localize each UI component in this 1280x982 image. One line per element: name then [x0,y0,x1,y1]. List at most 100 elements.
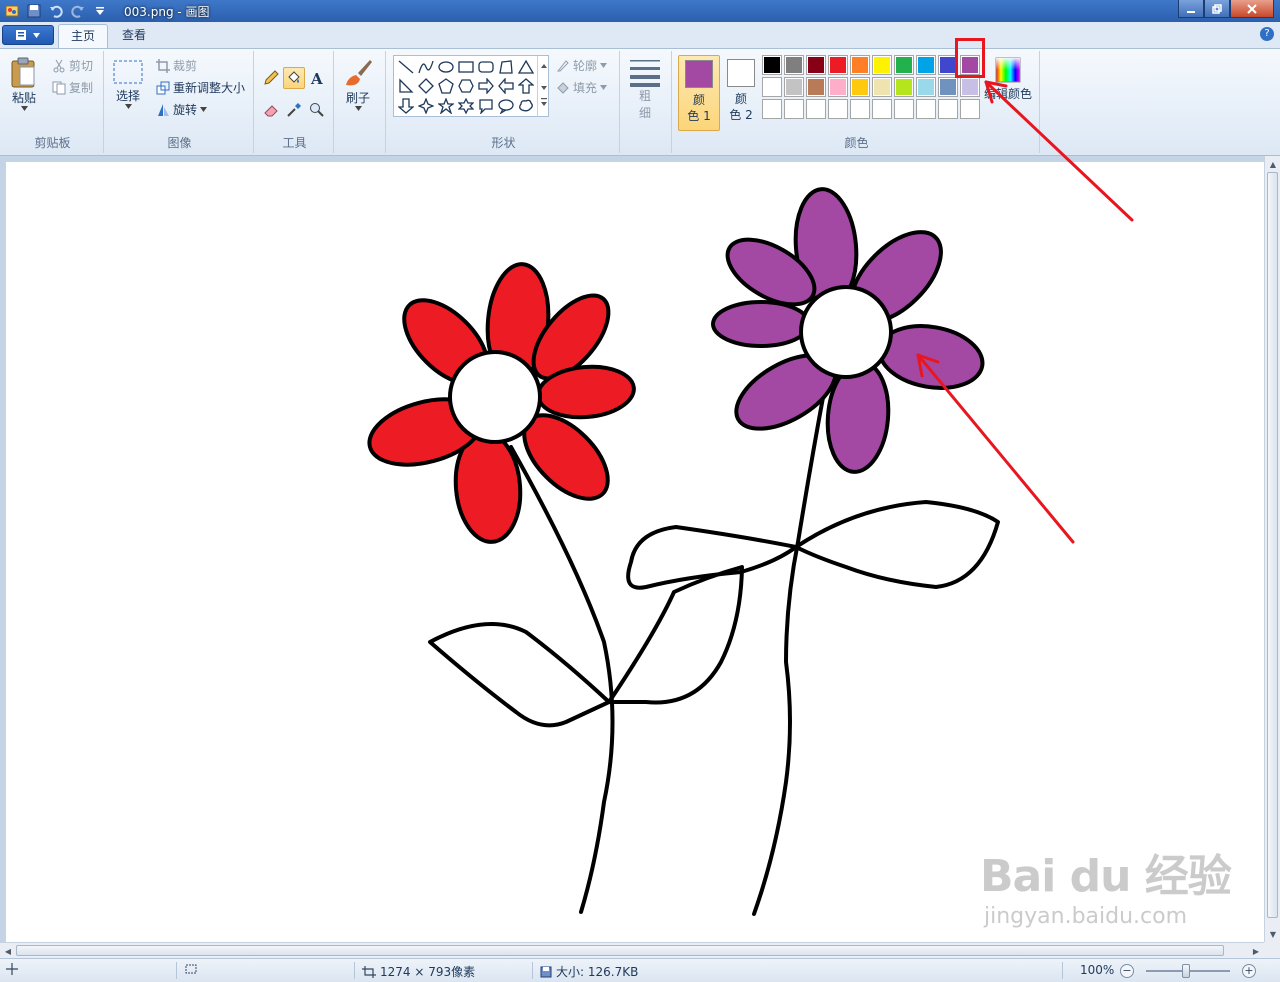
horizontal-scroll-thumb[interactable] [16,945,1224,956]
zoom-in-button[interactable]: + [1242,964,1256,978]
fill-tool[interactable] [283,67,305,89]
help-icon[interactable]: ? [1260,27,1274,41]
scroll-left-icon[interactable]: ◀ [1,944,15,958]
redo-icon[interactable] [70,3,86,19]
palette-swatch[interactable] [828,77,848,97]
custom-color-slot[interactable] [784,99,804,119]
crop-button[interactable]: 裁剪 [156,57,197,74]
size-label-line1: 粗 [638,89,651,103]
up-arrow-shape-icon[interactable] [516,76,536,96]
eraser-tool[interactable] [260,99,282,121]
swatch-fill [808,57,824,73]
palette-swatch[interactable] [872,55,892,75]
zoom-out-button[interactable]: − [1120,964,1134,978]
rectangle-shape-icon[interactable] [456,57,476,77]
cloud-callout-shape-icon[interactable] [516,96,536,116]
left-arrow-shape-icon[interactable] [496,76,516,96]
palette-swatch[interactable] [894,77,914,97]
fill-button[interactable]: 填充 [556,79,608,96]
palette-swatch[interactable] [784,55,804,75]
scroll-up-icon[interactable]: ▲ [1266,157,1280,171]
rounded-rectangle-shape-icon[interactable] [476,57,496,77]
custom-color-slot[interactable] [938,99,958,119]
customize-qat-icon[interactable] [92,3,108,19]
line-shape-icon[interactable] [396,57,416,77]
pencil-tool[interactable] [260,67,282,89]
palette-swatch[interactable] [916,77,936,97]
zoom-level: 100% [1080,963,1115,977]
size-button[interactable]: 粗 细 [628,57,662,121]
right-stem [752,390,826,916]
brushes-button[interactable]: 刷子 [342,57,374,111]
color-picker-tool[interactable] [283,99,305,121]
select-button[interactable]: 选择 [112,59,144,109]
hexagon-shape-icon[interactable] [456,76,476,96]
curve-shape-icon[interactable] [416,57,436,77]
scroll-right-icon[interactable]: ▶ [1249,944,1263,958]
palette-swatch[interactable] [894,55,914,75]
triangle-shape-icon[interactable] [516,57,536,77]
copy-button[interactable]: 复制 [52,79,93,96]
custom-color-slot[interactable] [762,99,782,119]
text-tool[interactable]: A [306,67,328,89]
restore-button[interactable] [1204,0,1230,18]
drawing-canvas[interactable] [6,162,1264,942]
pentagon-shape-icon[interactable] [436,76,456,96]
rotate-button[interactable]: 旋转 [156,101,208,118]
custom-color-slot[interactable] [916,99,936,119]
horizontal-scrollbar[interactable]: ◀ ▶ [0,942,1264,958]
cut-button[interactable]: 剪切 [52,57,93,74]
zoom-slider-thumb[interactable] [1182,964,1190,978]
color1-button[interactable]: 颜 色 1 [678,55,720,131]
oval-callout-shape-icon[interactable] [496,96,516,116]
right-triangle-shape-icon[interactable] [396,76,416,96]
paint-app-icon[interactable] [4,3,20,19]
resize-button[interactable]: 重新调整大小 [156,79,245,96]
palette-swatch[interactable] [784,77,804,97]
custom-color-slot[interactable] [806,99,826,119]
vertical-scroll-thumb[interactable] [1267,172,1278,918]
custom-color-slot[interactable] [828,99,848,119]
palette-swatch[interactable] [762,77,782,97]
status-separator [354,962,355,979]
down-arrow-shape-icon[interactable] [396,96,416,116]
diamond-shape-icon[interactable] [416,76,436,96]
five-point-star-shape-icon[interactable] [436,96,456,116]
palette-swatch[interactable] [960,77,980,97]
six-point-star-shape-icon[interactable] [456,96,476,116]
paint-menu-button[interactable] [2,25,54,45]
custom-color-slot[interactable] [960,99,980,119]
palette-swatch[interactable] [806,55,826,75]
vertical-scrollbar[interactable]: ▲ ▼ [1264,156,1280,942]
edit-colors-button[interactable]: 编辑颜色 [984,55,1032,102]
palette-swatch[interactable] [850,77,870,97]
polygon-shape-icon[interactable] [496,57,516,77]
four-point-star-shape-icon[interactable] [416,96,436,116]
clipboard-group: 粘贴 剪切 复制 剪贴板 [2,51,104,153]
close-button[interactable] [1230,0,1274,18]
color2-button[interactable]: 颜 色 2 [720,55,762,131]
custom-color-slot[interactable] [850,99,870,119]
palette-swatch[interactable] [828,55,848,75]
minimize-button[interactable] [1178,0,1204,18]
palette-swatch[interactable] [938,77,958,97]
custom-color-slot[interactable] [872,99,892,119]
rounded-callout-shape-icon[interactable] [476,96,496,116]
magnifier-tool[interactable] [306,99,328,121]
outline-button[interactable]: 轮廓 [556,57,608,74]
palette-swatch[interactable] [850,55,870,75]
scroll-down-icon[interactable]: ▼ [1266,927,1280,941]
palette-swatch[interactable] [762,55,782,75]
paste-button[interactable]: 粘贴 [10,57,38,111]
oval-shape-icon[interactable] [436,57,456,77]
shapes-scroll[interactable] [537,56,549,116]
tab-view[interactable]: 查看 [110,24,158,48]
custom-color-slot[interactable] [894,99,914,119]
save-icon[interactable] [26,3,42,19]
right-arrow-shape-icon[interactable] [476,76,496,96]
palette-swatch[interactable] [806,77,826,97]
tab-home[interactable]: 主页 [58,24,109,48]
undo-icon[interactable] [48,3,64,19]
palette-swatch[interactable] [872,77,892,97]
palette-swatch[interactable] [916,55,936,75]
